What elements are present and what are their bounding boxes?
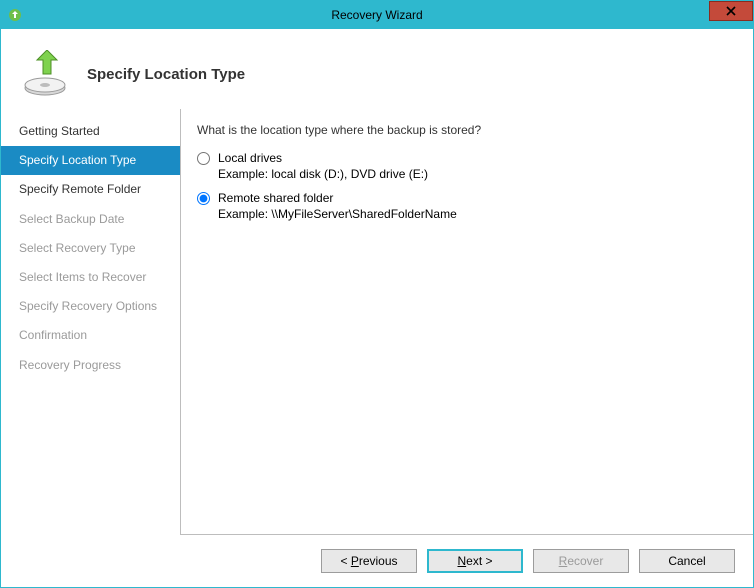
step-specify-remote-folder[interactable]: Specify Remote Folder xyxy=(1,175,180,204)
step-select-backup-date: Select Backup Date xyxy=(1,205,180,234)
location-type-question: What is the location type where the back… xyxy=(197,123,733,137)
close-button[interactable] xyxy=(709,1,753,21)
wizard-footer: < Previous Next > Recover Cancel xyxy=(1,535,753,587)
option-remote-shared-folder-row[interactable]: Remote shared folder xyxy=(197,191,733,205)
recovery-wizard-icon xyxy=(7,7,23,23)
recovery-wizard-window: Recovery Wizard Specify Location Type Ge… xyxy=(0,0,754,588)
wizard-steps-sidebar: Getting Started Specify Location Type Sp… xyxy=(1,109,181,535)
option-local-drives-example: Example: local disk (D:), DVD drive (E:) xyxy=(218,167,733,181)
wizard-body: Getting Started Specify Location Type Sp… xyxy=(1,109,753,535)
step-recovery-progress: Recovery Progress xyxy=(1,351,180,380)
titlebar: Recovery Wizard xyxy=(1,1,753,29)
step-confirmation: Confirmation xyxy=(1,321,180,350)
cancel-button[interactable]: Cancel xyxy=(639,549,735,573)
wizard-header: Specify Location Type xyxy=(1,29,753,109)
header-recovery-icon xyxy=(21,50,69,98)
previous-button[interactable]: < Previous xyxy=(321,549,417,573)
close-icon xyxy=(726,6,736,16)
next-button[interactable]: Next > xyxy=(427,549,523,573)
radio-remote-shared-folder[interactable] xyxy=(197,192,210,205)
page-title: Specify Location Type xyxy=(87,66,245,83)
step-select-recovery-type: Select Recovery Type xyxy=(1,234,180,263)
wizard-content: What is the location type where the back… xyxy=(181,109,753,535)
step-specify-location-type[interactable]: Specify Location Type xyxy=(1,146,180,175)
step-select-items-to-recover: Select Items to Recover xyxy=(1,263,180,292)
window-title: Recovery Wizard xyxy=(1,8,753,22)
option-remote-shared-folder: Remote shared folder Example: \\MyFileSe… xyxy=(197,191,733,221)
option-local-drives: Local drives Example: local disk (D:), D… xyxy=(197,151,733,181)
step-getting-started[interactable]: Getting Started xyxy=(1,117,180,146)
option-local-drives-row[interactable]: Local drives xyxy=(197,151,733,165)
recover-button: Recover xyxy=(533,549,629,573)
option-remote-shared-folder-example: Example: \\MyFileServer\SharedFolderName xyxy=(218,207,733,221)
radio-local-drives[interactable] xyxy=(197,152,210,165)
step-specify-recovery-options: Specify Recovery Options xyxy=(1,292,180,321)
option-local-drives-label: Local drives xyxy=(218,151,282,165)
option-remote-shared-folder-label: Remote shared folder xyxy=(218,191,333,205)
